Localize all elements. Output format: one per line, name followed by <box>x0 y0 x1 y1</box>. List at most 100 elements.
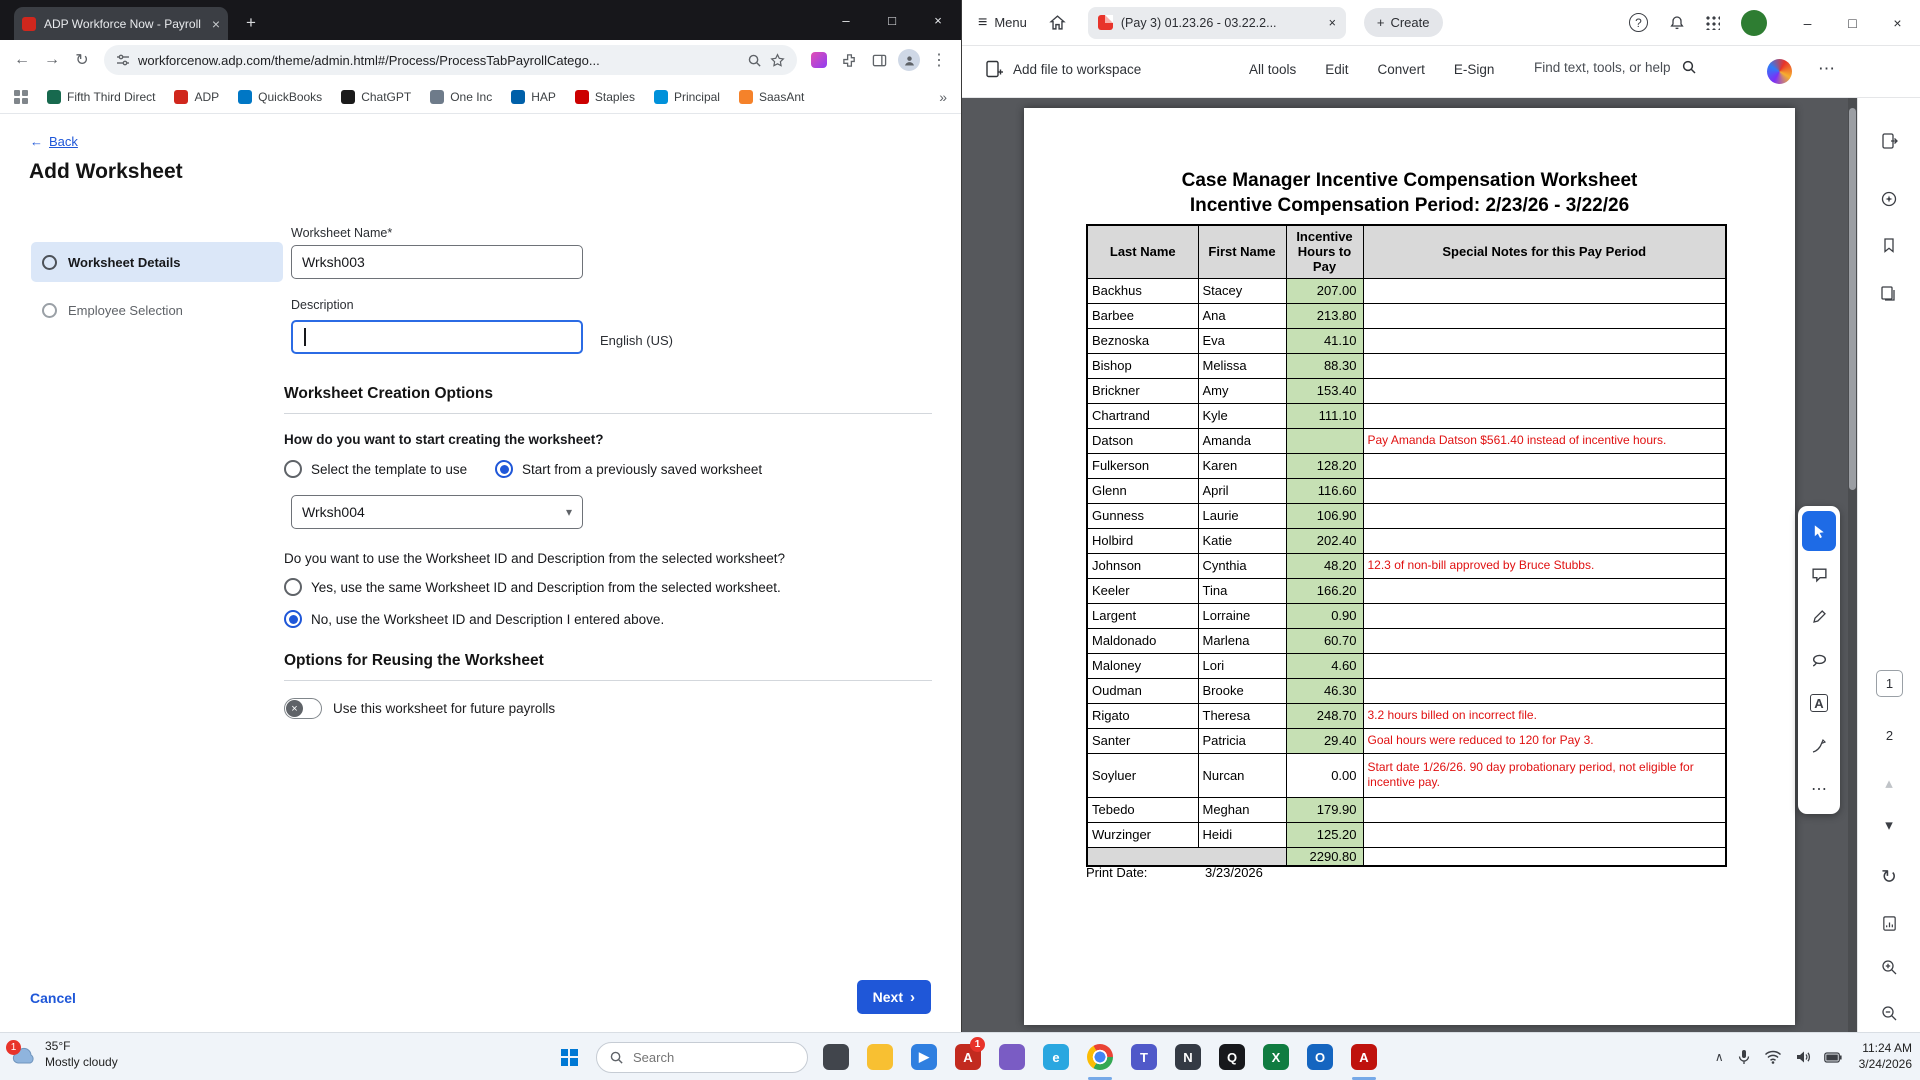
taskbar-app-icon[interactable]: e <box>1034 1033 1078 1080</box>
tray-chevron-icon[interactable]: ∧ <box>1715 1050 1724 1064</box>
toolbar-menu-item[interactable]: E-Sign <box>1454 62 1495 77</box>
toolbar-more-icon[interactable]: ⋯ <box>1818 59 1835 79</box>
create-button[interactable]: + Create <box>1364 8 1443 37</box>
taskbar-app-icon[interactable]: A 1 <box>946 1033 990 1080</box>
bookmark-item[interactable]: Staples <box>575 90 635 104</box>
more-tools-icon[interactable]: ⋯ <box>1802 769 1836 809</box>
bookmarks-panel-icon[interactable] <box>1872 228 1906 262</box>
radio-use-same-id[interactable]: Yes, use the same Worksheet ID and Descr… <box>284 578 781 596</box>
help-icon[interactable]: ? <box>1629 13 1648 32</box>
microphone-icon[interactable] <box>1737 1049 1751 1065</box>
search-input[interactable] <box>633 1050 783 1065</box>
taskbar-app-icon[interactable]: ▶ <box>902 1033 946 1080</box>
taskbar-app-icon[interactable]: Q <box>1210 1033 1254 1080</box>
bookmark-item[interactable]: ADP <box>174 90 219 104</box>
clock[interactable]: 11:24 AM 3/24/2026 <box>1859 1041 1912 1072</box>
taskbar-app-icon[interactable] <box>858 1033 902 1080</box>
toolbar-menu-item[interactable]: Edit <box>1325 62 1348 77</box>
scrollbar-thumb[interactable] <box>1849 108 1856 490</box>
zoom-out-icon[interactable] <box>1872 996 1906 1030</box>
extensions-puzzle-icon[interactable] <box>835 46 863 74</box>
radio-unselected-icon[interactable] <box>284 578 302 596</box>
new-tab-button[interactable]: + <box>238 10 264 36</box>
radio-select-template[interactable]: Select the template to use <box>284 460 467 478</box>
bookmark-item[interactable]: ChatGPT <box>341 90 411 104</box>
select-tool-icon[interactable] <box>1802 511 1836 551</box>
zoom-in-icon[interactable] <box>1872 950 1906 984</box>
minimize-button[interactable]: – <box>823 0 869 40</box>
menu-button[interactable]: ≡ Menu <box>978 14 1027 32</box>
reload-icon[interactable]: ↻ <box>68 46 96 74</box>
current-page-indicator[interactable]: 1 <box>1876 670 1903 697</box>
apps-grid-icon[interactable] <box>14 90 28 104</box>
battery-icon[interactable] <box>1824 1052 1842 1063</box>
cancel-button[interactable]: Cancel <box>30 990 76 1006</box>
tab-close-icon[interactable]: × <box>212 17 220 31</box>
url-text[interactable]: workforcenow.adp.com/theme/admin.html#/P… <box>138 53 739 68</box>
maximize-button[interactable]: □ <box>1830 0 1875 46</box>
page-report-icon[interactable] <box>1872 906 1906 940</box>
document-scrollbar[interactable] <box>1848 98 1857 1032</box>
radio-unselected-icon[interactable] <box>284 460 302 478</box>
step-worksheet-details[interactable]: Worksheet Details <box>31 242 283 282</box>
toolbar-menu-item[interactable]: All tools <box>1249 62 1296 77</box>
volume-icon[interactable] <box>1795 1050 1811 1064</box>
erase-tool-icon[interactable] <box>1802 640 1836 680</box>
taskbar-app-icon[interactable]: A <box>1342 1033 1386 1080</box>
step-employee-selection[interactable]: Employee Selection <box>31 290 283 330</box>
back-link[interactable]: ←Back <box>30 134 78 149</box>
extension-pink-icon[interactable] <box>805 46 833 74</box>
start-button[interactable] <box>548 1033 590 1080</box>
export-pdf-icon[interactable] <box>1872 124 1906 158</box>
taskbar-app-icon[interactable] <box>1078 1033 1122 1080</box>
taskbar-app-icon[interactable]: N <box>1166 1033 1210 1080</box>
radio-selected-icon[interactable] <box>495 460 513 478</box>
account-avatar[interactable] <box>1741 10 1767 36</box>
worksheet-name-input[interactable] <box>291 245 583 279</box>
previous-page-chevron-icon[interactable]: ▴ <box>1872 774 1906 792</box>
bookmark-item[interactable]: Fifth Third Direct <box>47 90 155 104</box>
weather-widget[interactable]: 1 35°F Mostly cloudy <box>10 1039 118 1070</box>
profile-avatar[interactable] <box>895 46 923 74</box>
forward-icon[interactable]: → <box>38 46 66 74</box>
home-icon[interactable] <box>1049 14 1066 31</box>
taskbar-app-icon[interactable]: O <box>1298 1033 1342 1080</box>
bookmark-item[interactable]: HAP <box>511 90 556 104</box>
close-button[interactable]: × <box>915 0 961 40</box>
taskbar-app-icon[interactable] <box>814 1033 858 1080</box>
saved-worksheet-dropdown[interactable]: Wrksh004 ▾ <box>291 495 583 529</box>
radio-selected-icon[interactable] <box>284 610 302 628</box>
next-button[interactable]: Next › <box>857 980 931 1014</box>
sign-tool-icon[interactable] <box>1802 726 1836 766</box>
bookmark-star-icon[interactable] <box>770 53 785 68</box>
bookmark-item[interactable]: Principal <box>654 90 720 104</box>
tab-close-icon[interactable]: × <box>1329 16 1336 30</box>
add-file-button[interactable]: Add file to workspace <box>984 59 1141 79</box>
bookmark-item[interactable]: SaasAnt <box>739 90 804 104</box>
bookmarks-overflow-icon[interactable]: » <box>939 89 947 105</box>
comment-tool-icon[interactable] <box>1802 554 1836 594</box>
page-two-indicator[interactable]: 2 <box>1876 728 1903 743</box>
browser-tab[interactable]: ADP Workforce Now - Payroll D... × <box>14 7 228 40</box>
next-page-chevron-icon[interactable]: ▾ <box>1872 816 1906 834</box>
draw-tool-icon[interactable] <box>1802 597 1836 637</box>
taskbar-app-icon[interactable]: X <box>1254 1033 1298 1080</box>
taskbar-search[interactable] <box>596 1042 808 1073</box>
close-button[interactable]: × <box>1875 0 1920 46</box>
wifi-icon[interactable] <box>1764 1050 1782 1064</box>
document-tab[interactable]: (Pay 3) 01.23.26 - 03.22.2... × <box>1088 7 1346 39</box>
ai-assistant-icon[interactable] <box>1767 59 1792 84</box>
description-input[interactable] <box>291 320 583 354</box>
taskbar-app-icon[interactable] <box>990 1033 1034 1080</box>
rotate-refresh-icon[interactable]: ↻ <box>1872 860 1906 894</box>
ai-chat-icon[interactable] <box>1872 182 1906 216</box>
side-panel-icon[interactable] <box>865 46 893 74</box>
maximize-button[interactable]: □ <box>869 0 915 40</box>
address-bar[interactable]: workforcenow.adp.com/theme/admin.html#/P… <box>104 45 797 75</box>
minimize-button[interactable]: – <box>1785 0 1830 46</box>
radio-saved-worksheet[interactable]: Start from a previously saved worksheet <box>495 460 762 478</box>
notifications-bell-icon[interactable] <box>1669 15 1685 31</box>
text-tool-icon[interactable]: A <box>1802 683 1836 723</box>
bookmark-item[interactable]: QuickBooks <box>238 90 322 104</box>
site-info-icon[interactable] <box>116 53 130 67</box>
